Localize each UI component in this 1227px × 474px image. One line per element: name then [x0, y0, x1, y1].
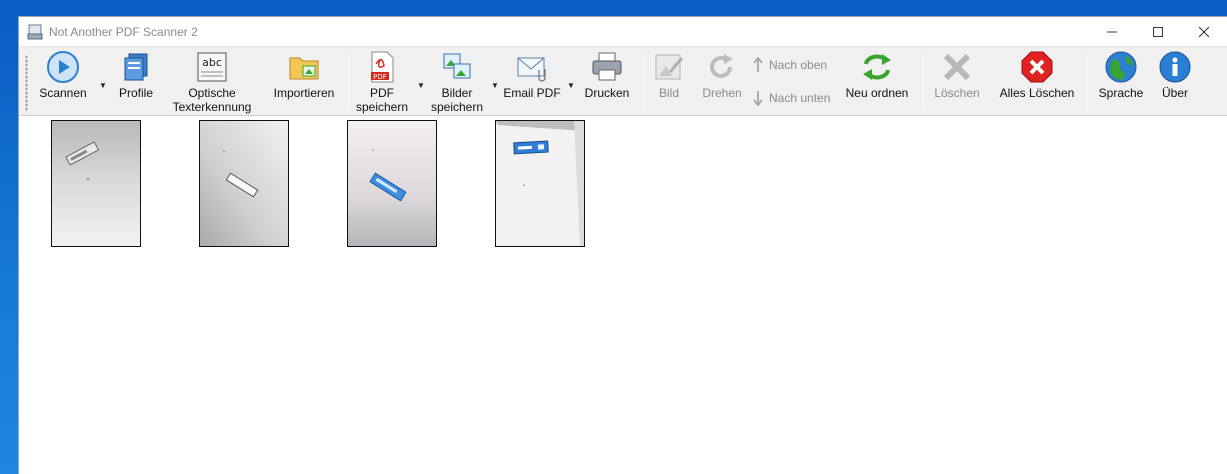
- reorder-label: Neu ordnen: [845, 86, 909, 100]
- email-pdf-dropdown-arrow[interactable]: ▼: [567, 81, 575, 90]
- svg-text:abc: abc: [202, 56, 222, 69]
- page-2-image: [200, 121, 288, 246]
- save-pdf-button[interactable]: PDF PDF speichern: [354, 47, 410, 117]
- svg-text:PDF: PDF: [373, 73, 387, 81]
- about-button[interactable]: Über: [1155, 47, 1195, 117]
- language-button[interactable]: Sprache: [1097, 47, 1145, 117]
- image-label: Bild: [658, 86, 679, 100]
- thumbnail-area[interactable]: [19, 117, 1227, 474]
- page-thumbnail[interactable]: [51, 120, 141, 247]
- scan-dropdown-arrow[interactable]: ▼: [99, 81, 107, 90]
- arrow-down-icon: [753, 91, 763, 106]
- ocr-label-2: Texterkennung: [172, 100, 252, 114]
- scan-label: Scannen: [39, 86, 87, 100]
- ocr-label-1: Optische: [188, 86, 236, 100]
- delete-all-label: Alles Löschen: [999, 86, 1075, 100]
- profiles-button[interactable]: Profile: [114, 47, 158, 117]
- email-pdf-label: Email PDF: [503, 86, 561, 100]
- arrow-up-icon: [753, 57, 763, 72]
- language-label: Sprache: [1098, 86, 1144, 100]
- email-envelope-icon: [517, 57, 546, 82]
- about-label: Über: [1161, 86, 1188, 100]
- maximize-button[interactable]: [1135, 17, 1181, 46]
- pdf-file-icon: PDF: [371, 51, 394, 83]
- scan-play-icon: [47, 51, 79, 83]
- page-3-image: [348, 121, 436, 246]
- save-pdf-label-2: speichern: [355, 100, 409, 114]
- window-title: Not Another PDF Scanner 2: [49, 24, 198, 39]
- save-images-icon: [443, 53, 471, 79]
- toolbar-grip[interactable]: [25, 55, 28, 111]
- title-bar: Not Another PDF Scanner 2: [19, 17, 1227, 46]
- move-up-label: Nach oben: [769, 58, 828, 72]
- page-thumbnail[interactable]: [199, 120, 289, 247]
- import-label: Importieren: [273, 86, 335, 100]
- image-edit-icon: [655, 54, 684, 80]
- main-toolbar: Scannen ▼ Profile abc Optische Texterken…: [19, 46, 1227, 116]
- toolbar-separator: [1086, 53, 1087, 111]
- reorder-button[interactable]: Neu ordnen: [843, 47, 911, 117]
- page-thumbnail[interactable]: [347, 120, 437, 247]
- email-pdf-button[interactable]: Email PDF: [503, 47, 561, 117]
- scan-button[interactable]: Scannen: [39, 47, 87, 117]
- delete-x-icon: [943, 53, 971, 81]
- reorder-arrows-icon: [863, 54, 891, 80]
- info-icon: [1159, 51, 1191, 83]
- save-images-label-2: speichern: [430, 100, 484, 114]
- profiles-label: Profile: [118, 86, 153, 100]
- page-thumbnail[interactable]: [495, 120, 585, 247]
- toolbar-separator: [643, 53, 644, 111]
- rotate-button[interactable]: Drehen: [699, 47, 745, 117]
- ocr-button[interactable]: abc Optische Texterkennung: [171, 47, 253, 117]
- profiles-icon: [124, 53, 148, 81]
- save-images-button[interactable]: Bilder speichern: [429, 47, 485, 117]
- scanner-app-icon: [27, 24, 43, 39]
- delete-all-stop-icon: [1021, 51, 1053, 83]
- printer-icon: [592, 52, 622, 81]
- rotate-icon: [710, 54, 733, 78]
- minimize-icon: [1107, 31, 1117, 32]
- rotate-label: Drehen: [702, 86, 742, 100]
- import-button[interactable]: Importieren: [269, 47, 339, 117]
- minimize-button[interactable]: [1089, 17, 1135, 46]
- import-folder-icon: [289, 57, 319, 80]
- maximize-icon: [1153, 26, 1163, 37]
- toolbar-separator: [349, 53, 350, 111]
- ocr-abc-icon: abc: [197, 52, 227, 82]
- save-pdf-dropdown-arrow[interactable]: ▼: [417, 81, 425, 90]
- globe-icon: [1105, 51, 1137, 83]
- move-down-label: Nach unten: [769, 91, 831, 105]
- move-down-button[interactable]: Nach unten: [753, 90, 830, 106]
- print-button[interactable]: Drucken: [581, 47, 633, 117]
- image-button[interactable]: Bild: [649, 47, 689, 117]
- save-images-dropdown-arrow[interactable]: ▼: [491, 81, 499, 90]
- delete-label: Löschen: [934, 86, 980, 100]
- move-up-button[interactable]: Nach oben: [753, 57, 827, 73]
- page-1-image: [52, 121, 140, 246]
- save-images-label-1: Bilder: [441, 86, 473, 100]
- app-window: Not Another PDF Scanner 2 Scannen ▼ Prof…: [18, 16, 1227, 474]
- print-label: Drucken: [584, 86, 630, 100]
- close-icon: [1199, 26, 1209, 37]
- delete-all-button[interactable]: Alles Löschen: [997, 47, 1077, 117]
- close-button[interactable]: [1181, 17, 1227, 46]
- delete-button[interactable]: Löschen: [931, 47, 983, 117]
- save-pdf-label-1: PDF: [370, 86, 394, 100]
- page-4-image: [496, 121, 584, 246]
- toolbar-separator: [922, 53, 923, 111]
